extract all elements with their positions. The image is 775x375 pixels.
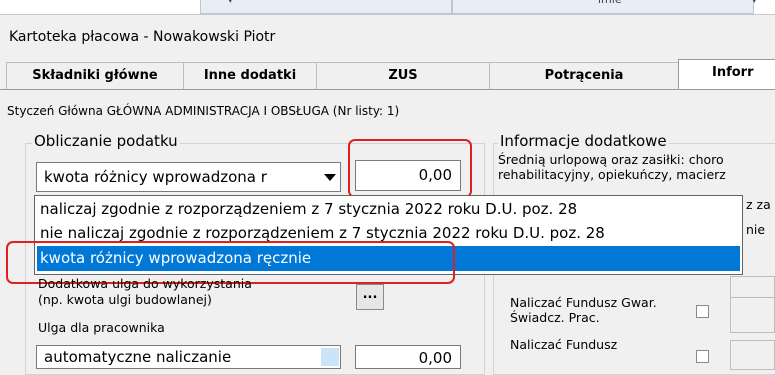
tab-label: Potrącenia <box>544 68 624 83</box>
fund-label: Naliczać Fundusz <box>510 337 618 352</box>
extra-relief-browse-button[interactable]: ... <box>356 284 384 310</box>
tab-label: ZUS <box>388 68 418 83</box>
fgsp-label: Naliczać Fundusz Gwar. <box>510 295 657 310</box>
tax-calculation-legend: Obliczanie podatku <box>32 132 180 150</box>
chevron-down-icon <box>324 174 336 181</box>
background-column-header <box>200 0 452 14</box>
window-title: Kartoteka płacowa - Nowakowski Piotr <box>9 29 276 45</box>
background-dropdown-arrow: ▾ <box>752 0 757 6</box>
select-dropdown-button[interactable] <box>321 348 339 366</box>
fgsp-checkbox[interactable] <box>696 305 709 318</box>
additional-info-line: nie <box>746 222 766 237</box>
additional-info-line: rehabilitacyjny, opiekuńczy, macierz <box>498 167 726 182</box>
payroll-list-info: Styczeń Główna GŁÓWNA ADMINISTRACJA I OB… <box>7 104 400 118</box>
extra-relief-hint: (np. kwota ulgi budowlanej) <box>38 292 212 307</box>
select-current-value: automatyczne naliczanie <box>44 348 232 366</box>
employee-relief-amount[interactable]: 0,00 <box>355 345 461 369</box>
tab-bar: Składniki główne Inne dodatki ZUS Potrąc… <box>0 59 775 89</box>
background-column-label: imie <box>598 0 622 6</box>
tax-calculation-method-select[interactable]: kwota różnicy wprowadzona r <box>36 162 341 192</box>
dropdown-option[interactable]: naliczaj zgodnie z rozporządzeniem z 7 s… <box>40 197 577 222</box>
additional-info-line: z za c <box>746 197 775 212</box>
tab-zus[interactable]: ZUS <box>316 62 490 89</box>
additional-info-line: Średnią urlopową oraz zasiłki: choro <box>498 152 724 167</box>
employee-relief-label: Ulga dla pracownika <box>38 320 165 335</box>
fund-value-field[interactable] <box>730 340 775 370</box>
tab-deductions[interactable]: Potrącenia <box>489 62 679 89</box>
tab-main-components[interactable]: Składniki główne <box>6 62 184 89</box>
tab-label: Inforr <box>712 65 754 80</box>
employee-relief-select[interactable]: automatyczne naliczanie <box>36 345 341 369</box>
fgsp-label-cont: Świadcz. Prac. <box>510 310 600 325</box>
fgsp-value-field[interactable] <box>730 297 775 333</box>
tab-other-bonuses[interactable]: Inne dodatki <box>183 62 317 89</box>
tab-label: Składniki główne <box>32 68 158 83</box>
select-dropdown-button[interactable] <box>321 166 339 188</box>
select-current-value: kwota różnicy wprowadzona r <box>44 168 267 186</box>
additional-info-legend: Informacje dodatkowe <box>498 132 669 150</box>
fund-checkbox[interactable] <box>696 350 709 363</box>
tab-divider <box>0 89 775 90</box>
tab-information[interactable]: Inforr <box>678 59 775 89</box>
tab-label: Inne dodatki <box>203 68 297 83</box>
background-dropdown-arrow: ▾ <box>228 0 233 6</box>
background-window-strip: ▾ imie ▾ <box>0 0 775 15</box>
extra-relief-label: Dodatkowa ulga do wykorzystania <box>38 276 252 291</box>
annotation-highlight-amount <box>348 139 472 198</box>
